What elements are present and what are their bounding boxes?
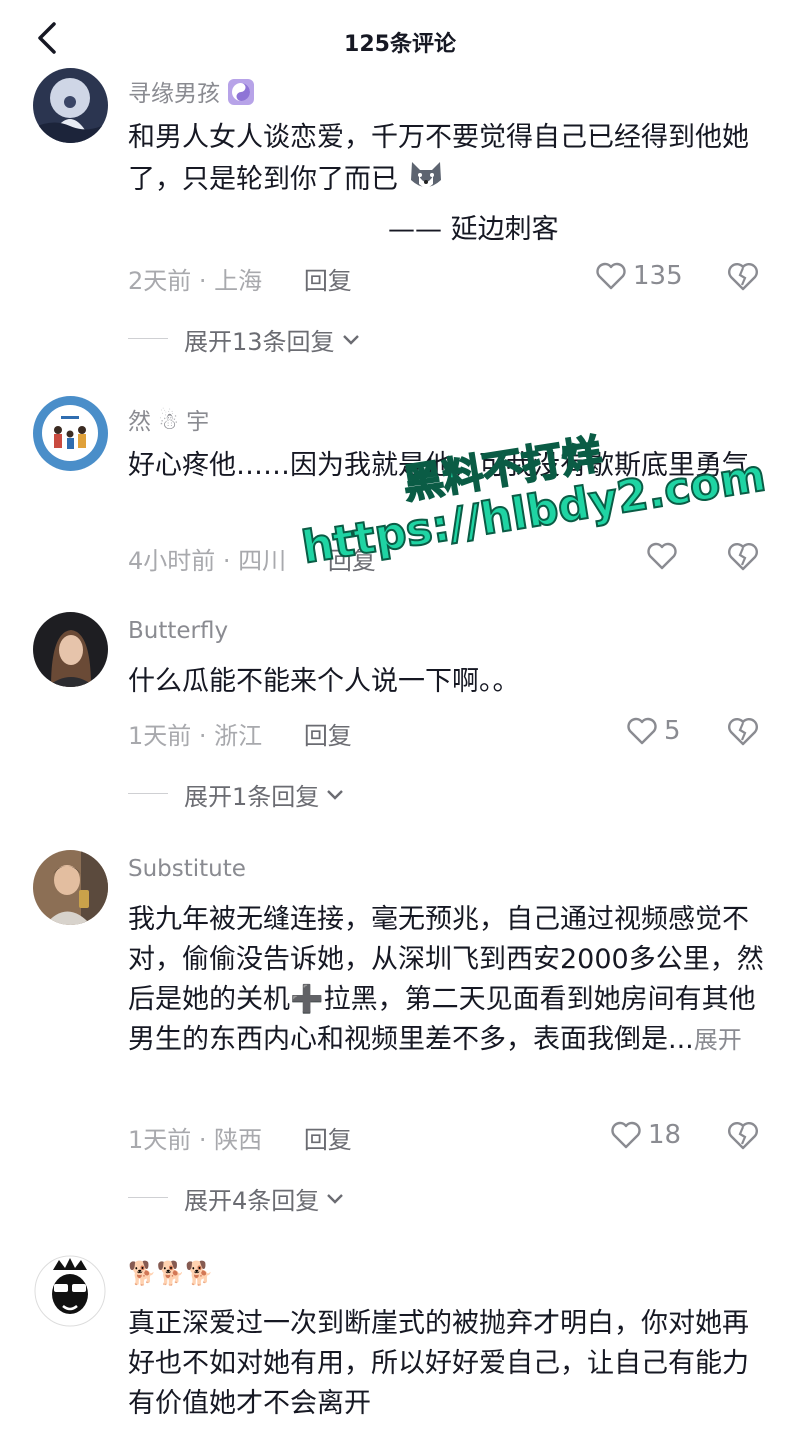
avatar[interactable] (33, 396, 108, 471)
reply-button[interactable]: 回复 (304, 722, 352, 750)
chevron-down-icon (327, 789, 344, 800)
username[interactable]: Butterfly (128, 618, 228, 644)
expand-replies-button[interactable]: 展开13条回复 (128, 322, 361, 357)
heart-icon (611, 1121, 641, 1149)
avatar[interactable] (33, 612, 108, 687)
like-button[interactable]: 5 (626, 714, 681, 748)
comment-time: 4小时前 (128, 547, 216, 575)
username[interactable]: Substitute (128, 856, 246, 882)
comment-text: 我九年被无缝连接，毫无预兆，自己通过视频感觉不对，偷偷没告诉她，从深圳飞到西安2… (128, 904, 764, 1055)
page-title: 125条评论 (344, 32, 456, 57)
comment-meta: 1天前 · 陕西 回复 (128, 1126, 352, 1154)
family-cartoon-avatar (33, 396, 108, 471)
comment-time: 2天前 (128, 267, 192, 295)
like-button[interactable]: 135 (595, 259, 683, 293)
username[interactable]: 然 ☃ 宇 (128, 402, 209, 436)
like-count: 135 (633, 261, 683, 291)
broken-heart-icon[interactable] (726, 259, 760, 293)
chevron-down-icon (342, 334, 359, 345)
comment-meta: 2天前 · 上海 回复 (128, 267, 352, 295)
username[interactable]: 寻缘男孩 (128, 74, 255, 108)
broken-heart-icon[interactable] (726, 1118, 760, 1152)
husky-dog-emoji (410, 162, 441, 188)
like-button[interactable]: 18 (610, 1118, 681, 1152)
heart-icon (596, 262, 626, 290)
broken-heart-icon[interactable] (726, 714, 760, 748)
comment-text: 什么瓜能不能来个人说一下啊。。 (128, 666, 520, 697)
comment-location: 四川 (238, 547, 287, 575)
man-selfie-avatar (33, 850, 108, 925)
like-count: 5 (664, 716, 681, 746)
comment-time: 1天前 (128, 722, 192, 750)
comment-text: 和男人女人谈恋爱，千万不要觉得自己已经得到他她了，只是轮到你了而已 (128, 122, 749, 195)
heart-icon (627, 717, 657, 745)
yin-yang-icon (228, 79, 255, 105)
avatar[interactable] (33, 850, 108, 925)
expand-replies-button[interactable]: 展开4条回复 (128, 1181, 345, 1216)
comment-meta: 1天前 · 浙江 回复 (128, 722, 352, 750)
expand-text-link[interactable]: 展开 (694, 1026, 742, 1054)
username[interactable]: 🐕🐕🐕 (128, 1260, 214, 1287)
comment-text: 真正深爱过一次到断崖式的被抛弃才明白，你对她再好也不如对她有用，所以好好爱自己，… (128, 1308, 749, 1419)
woman-portrait-avatar (33, 612, 108, 687)
comment-time: 1天前 (128, 1126, 192, 1154)
expand-replies-button[interactable]: 展开1条回复 (128, 777, 345, 812)
avatar[interactable] (33, 1254, 108, 1329)
comment-location: 浙江 (214, 722, 263, 750)
comment-signature: —— 延边刺客 (388, 214, 559, 245)
reply-button[interactable]: 回复 (304, 267, 352, 295)
avatar[interactable] (33, 68, 108, 143)
like-count: 18 (648, 1120, 682, 1150)
reply-button[interactable]: 回复 (304, 1126, 352, 1154)
chevron-down-icon (327, 1193, 344, 1204)
comment-location: 陕西 (214, 1126, 263, 1154)
sunglasses-cartoon-avatar (33, 1254, 108, 1329)
moon-figure-avatar (33, 68, 108, 143)
comment-location: 上海 (214, 267, 263, 295)
watermark: 黑料不打烊 https://hlbdy2.com (290, 401, 770, 618)
comments-header: 125条评论 (0, 0, 800, 80)
